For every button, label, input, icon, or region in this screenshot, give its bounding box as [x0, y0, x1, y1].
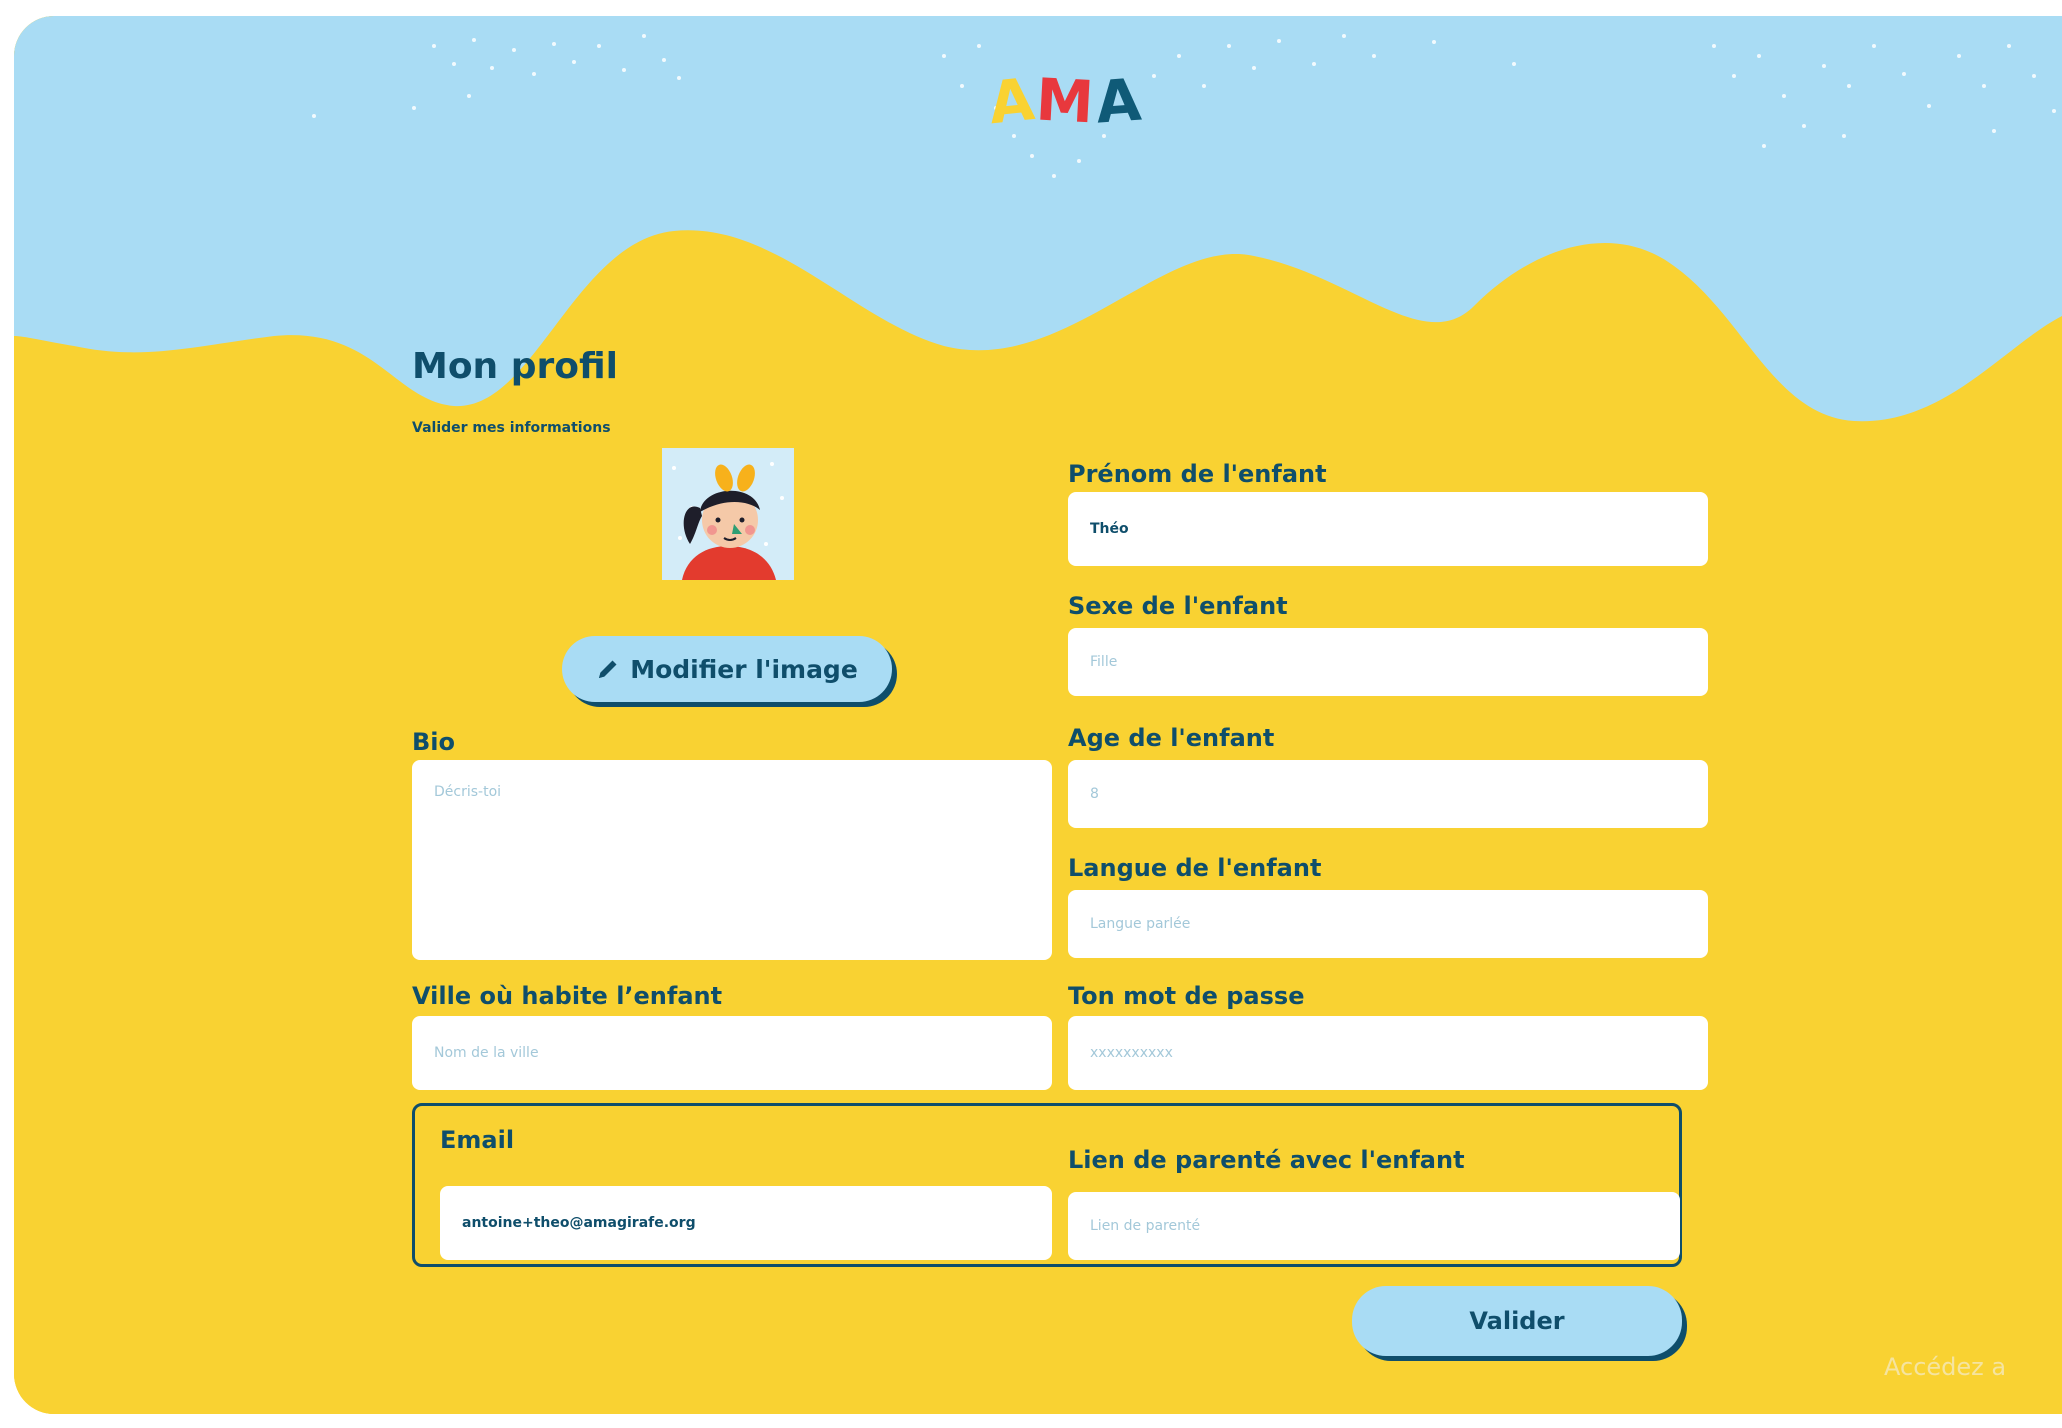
ama-logo: AMA — [985, 64, 1145, 138]
first-name-label: Prénom de l'enfant — [1068, 460, 1327, 488]
modify-image-button[interactable]: Modifier l'image — [562, 636, 892, 702]
validate-button[interactable]: Valider — [1352, 1286, 1682, 1356]
first-name-input[interactable] — [1068, 492, 1708, 566]
password-label: Ton mot de passe — [1068, 982, 1305, 1010]
age-input[interactable] — [1068, 760, 1708, 828]
girl-avatar-illustration — [662, 448, 794, 580]
gender-label: Sexe de l'enfant — [1068, 592, 1288, 620]
page-title: Mon profil — [412, 346, 618, 387]
city-input[interactable] — [412, 1016, 1052, 1090]
logo-letter-2: M — [1034, 65, 1098, 137]
modify-image-label: Modifier l'image — [630, 654, 858, 684]
logo-letter-3: A — [1093, 65, 1145, 137]
logo-letter-1: A — [985, 64, 1040, 138]
city-label: Ville où habite l’enfant — [412, 982, 723, 1010]
language-label: Langue de l'enfant — [1068, 854, 1322, 882]
password-input[interactable] — [1068, 1016, 1708, 1090]
bio-label: Bio — [412, 728, 456, 756]
language-input[interactable] — [1068, 890, 1708, 958]
email-input[interactable] — [440, 1186, 1052, 1260]
email-label: Email — [440, 1126, 515, 1154]
validate-label: Valider — [1469, 1307, 1565, 1335]
age-label: Age de l'enfant — [1068, 724, 1275, 752]
relationship-input[interactable] — [1068, 1192, 1680, 1260]
relationship-label: Lien de parenté avec l'enfant — [1068, 1146, 1465, 1174]
page-subtitle: Valider mes informations — [412, 420, 611, 436]
page-frame: AMA Mon profil Valider mes informations — [14, 16, 2062, 1414]
pencil-icon — [599, 660, 617, 678]
activation-watermark: Accédez a — [1884, 1353, 2007, 1381]
gender-input[interactable] — [1068, 628, 1708, 696]
avatar — [662, 448, 794, 580]
bio-textarea[interactable] — [412, 760, 1052, 960]
